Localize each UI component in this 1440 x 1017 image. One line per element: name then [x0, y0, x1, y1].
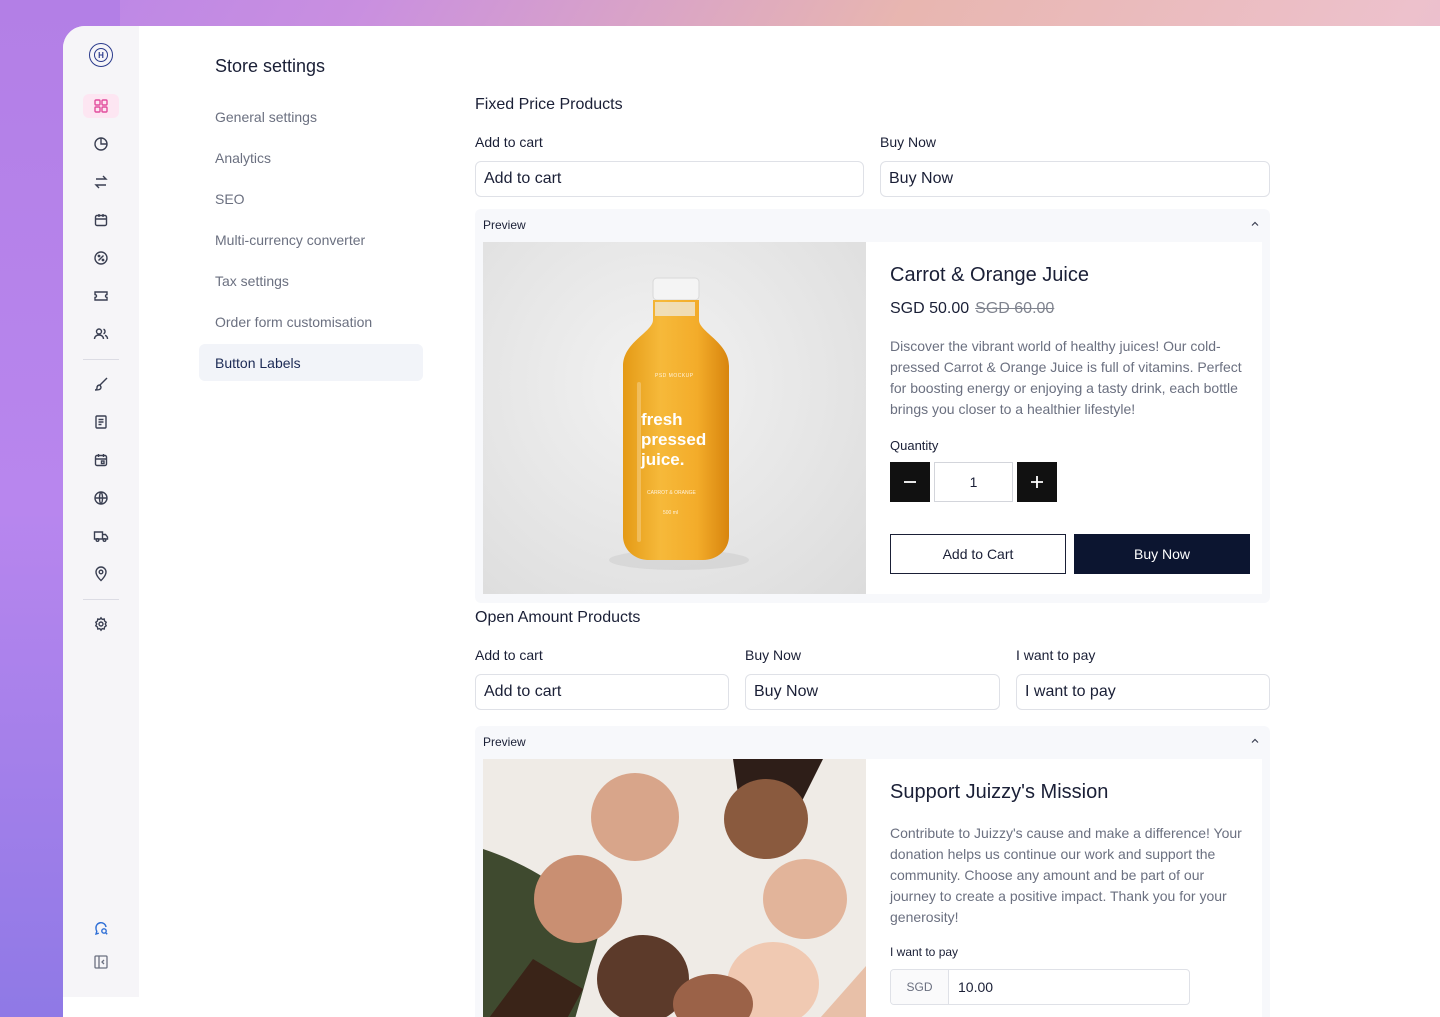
- preview-label: Preview: [483, 735, 526, 749]
- fixed-price-title: Fixed Price Products: [475, 96, 623, 113]
- globe-icon[interactable]: [83, 486, 119, 510]
- buy-now-button[interactable]: Buy Now: [1074, 534, 1250, 574]
- open-pay-label: I want to pay: [1016, 647, 1096, 663]
- nav-item-general-settings[interactable]: General settings: [199, 98, 423, 135]
- chevron-up-icon[interactable]: [1250, 219, 1260, 229]
- rail-divider: [83, 359, 119, 360]
- pay-amount-field[interactable]: SGD 10.00: [890, 969, 1190, 1005]
- gear-icon[interactable]: [83, 612, 119, 636]
- rail-divider: [83, 599, 119, 600]
- location-pin-icon[interactable]: [83, 562, 119, 586]
- bottle-small-label: PSD MOCKUP: [655, 373, 694, 379]
- dashboard-icon[interactable]: [83, 94, 119, 118]
- quantity-decrease-button[interactable]: [890, 462, 930, 502]
- open-buy-label: Buy Now: [745, 647, 802, 663]
- nav-item-analytics[interactable]: Analytics: [199, 139, 423, 176]
- quantity-label: Quantity: [890, 438, 939, 453]
- bottle-size-label: 500 ml: [663, 510, 679, 516]
- plus-icon: [1031, 476, 1043, 488]
- open-buy-input[interactable]: Buy Now: [745, 674, 1000, 710]
- logo-letter: H: [94, 48, 108, 62]
- chevron-up-icon[interactable]: [1250, 736, 1260, 746]
- donation-preview-card: Support Juizzy's Mission Contribute to J…: [483, 759, 1262, 1017]
- fixed-add-input[interactable]: Add to cart: [475, 161, 864, 197]
- hands-photo: [483, 759, 866, 1017]
- app-window: H Store settings General settings Analyt…: [63, 26, 1440, 1017]
- app-logo[interactable]: H: [89, 43, 113, 67]
- open-add-label: Add to cart: [475, 647, 543, 663]
- nav-item-multi-currency[interactable]: Multi-currency converter: [199, 221, 423, 258]
- collapse-sidebar-icon[interactable]: [83, 950, 119, 974]
- old-price: SGD 60.00: [975, 300, 1055, 317]
- pay-amount-label: I want to pay: [890, 945, 959, 959]
- icon-rail: H: [63, 26, 139, 997]
- analytics-clock-icon[interactable]: [83, 132, 119, 156]
- open-amount-title: Open Amount Products: [475, 609, 641, 626]
- bottle-text-line-2: pressed: [641, 430, 707, 449]
- product-price: SGD 50.00 SGD 60.00: [890, 300, 1054, 318]
- donation-description: Contribute to Juizzy's cause and make a …: [890, 825, 1242, 925]
- brush-icon[interactable]: [83, 372, 119, 396]
- quantity-increase-button[interactable]: [1017, 462, 1057, 502]
- currency-prefix: SGD: [891, 970, 949, 1004]
- donation-title: Support Juizzy's Mission: [890, 781, 1109, 803]
- nav-item-tax-settings[interactable]: Tax settings: [199, 262, 423, 299]
- quantity-input[interactable]: 1: [934, 462, 1013, 502]
- nav-item-seo[interactable]: SEO: [199, 180, 423, 217]
- preview-label: Preview: [483, 218, 526, 232]
- juice-photo: PSD MOCKUP fresh pressed juice. CARROT &…: [483, 242, 866, 594]
- open-pay-input[interactable]: I want to pay: [1016, 674, 1270, 710]
- amount-input[interactable]: 10.00: [949, 970, 1189, 1004]
- discount-percent-icon[interactable]: [83, 246, 119, 270]
- ticket-icon[interactable]: [83, 284, 119, 308]
- users-icon[interactable]: [83, 322, 119, 346]
- fists-together-image: [483, 759, 866, 1017]
- nav-item-button-labels[interactable]: Button Labels: [199, 344, 423, 381]
- fixed-buy-input[interactable]: Buy Now: [880, 161, 1270, 197]
- add-to-cart-button[interactable]: Add to Cart: [890, 534, 1066, 574]
- fixed-add-label: Add to cart: [475, 134, 543, 150]
- bottle-text-line-3: juice.: [641, 450, 685, 469]
- nav-item-order-form[interactable]: Order form customisation: [199, 303, 423, 340]
- document-icon[interactable]: [83, 410, 119, 434]
- fixed-preview-panel: Preview PSD MOCKUP fresh pressed juice. …: [475, 209, 1270, 603]
- product-title: Carrot & Orange Juice: [890, 264, 1089, 286]
- product-description: Discover the vibrant world of healthy ju…: [890, 338, 1242, 417]
- calendar-icon[interactable]: [83, 448, 119, 472]
- bottle-flavor-label: CARROT & ORANGE: [647, 490, 696, 496]
- bottle-text-line-1: fresh: [641, 410, 683, 429]
- minus-icon: [904, 481, 916, 483]
- support-icon[interactable]: [83, 916, 119, 940]
- settings-nav: General settings Analytics SEO Multi-cur…: [199, 98, 423, 385]
- current-price: SGD 50.00: [890, 300, 970, 317]
- page-title: Store settings: [215, 56, 326, 76]
- bottle-text: fresh pressed juice.: [641, 410, 706, 470]
- product-preview-card: PSD MOCKUP fresh pressed juice. CARROT &…: [483, 242, 1262, 594]
- products-box-icon[interactable]: [83, 208, 119, 232]
- open-preview-panel: Preview Support Juizzy's Mission Contrib…: [475, 726, 1270, 1017]
- truck-icon[interactable]: [83, 524, 119, 548]
- fixed-buy-label: Buy Now: [880, 134, 937, 150]
- open-add-input[interactable]: Add to cart: [475, 674, 729, 710]
- transfer-arrows-icon[interactable]: [83, 170, 119, 194]
